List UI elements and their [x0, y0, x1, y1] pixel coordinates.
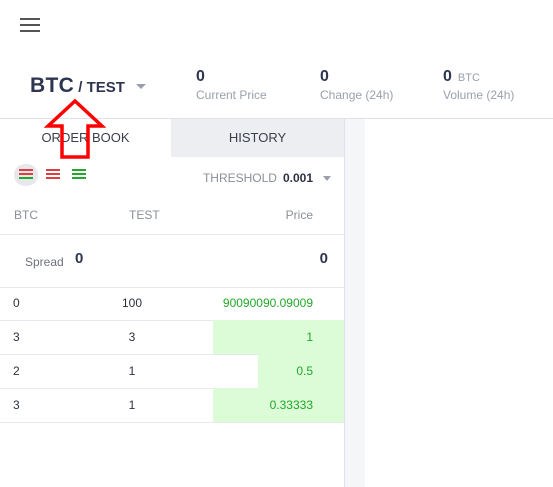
threshold-value: 0.001	[282, 171, 313, 185]
base-currency: BTC	[30, 74, 75, 97]
order-row[interactable]: 2 1 0.5	[0, 354, 344, 389]
stat-current-price: 0 Current Price	[196, 68, 267, 102]
order-row[interactable]: 0 100 90090090.09009	[0, 286, 344, 321]
order-btc-amount: 0	[13, 296, 20, 310]
caret-down-icon[interactable]	[136, 84, 146, 89]
orderbook-all-icon[interactable]	[19, 169, 33, 181]
order-row[interactable]: 3 1 0.33333	[0, 388, 344, 423]
current-price-label: Current Price	[196, 88, 267, 102]
panel-tabs: ORDER BOOK HISTORY	[0, 119, 344, 157]
volume-unit: BTC	[457, 72, 480, 84]
stat-change: 0 Change (24h)	[320, 68, 393, 102]
order-price: 0.5	[296, 364, 313, 378]
threshold-selector[interactable]: THRESHOLD 0.001	[203, 171, 313, 185]
column-header-price: Price	[285, 208, 313, 222]
change-value: 0	[320, 68, 329, 85]
order-book-toolbar: THRESHOLD 0.001	[0, 157, 344, 197]
depth-bar	[213, 320, 344, 354]
threshold-label: THRESHOLD	[202, 171, 277, 185]
order-test-amount: 3	[128, 330, 136, 344]
spread-value: 0	[75, 250, 84, 267]
order-price: 90090090.09009	[222, 296, 313, 310]
order-price: 0.33333	[269, 398, 313, 412]
order-btc-amount: 2	[13, 364, 20, 378]
volume-label: Volume (24h)	[443, 88, 515, 102]
tab-history[interactable]: HISTORY	[171, 119, 344, 157]
change-label: Change (24h)	[320, 88, 394, 102]
menu-icon[interactable]	[20, 18, 40, 34]
spread-row: Spread 0 0	[0, 234, 344, 288]
market-pair-selector[interactable]: BTC / TEST	[30, 74, 125, 98]
spread-price: 0	[319, 250, 328, 267]
orderbook-sell-icon[interactable]	[46, 169, 60, 181]
order-price: 1	[306, 330, 313, 344]
quote-currency: / TEST	[74, 79, 125, 96]
caret-down-icon[interactable]	[323, 176, 331, 181]
order-btc-amount: 3	[13, 330, 20, 344]
tab-order-book[interactable]: ORDER BOOK	[0, 119, 171, 157]
order-test-amount: 1	[128, 364, 136, 378]
side-scroll-strip	[345, 119, 365, 487]
current-price-value: 0	[196, 68, 205, 85]
order-row[interactable]: 3 3 1	[0, 320, 344, 355]
spread-label: Spread	[25, 255, 64, 269]
order-test-amount: 1	[128, 398, 136, 412]
column-header-btc: BTC	[14, 208, 38, 222]
orderbook-buy-icon[interactable]	[72, 169, 86, 181]
volume-value: 0	[443, 68, 452, 85]
order-book-panel: ORDER BOOK HISTORY THRESHOLD 0.001 BTC TE…	[0, 119, 345, 487]
stat-volume: 0 BTC Volume (24h)	[443, 68, 514, 102]
order-test-amount: 100	[121, 296, 143, 310]
column-header-test: TEST	[129, 208, 160, 222]
order-btc-amount: 3	[13, 398, 20, 412]
